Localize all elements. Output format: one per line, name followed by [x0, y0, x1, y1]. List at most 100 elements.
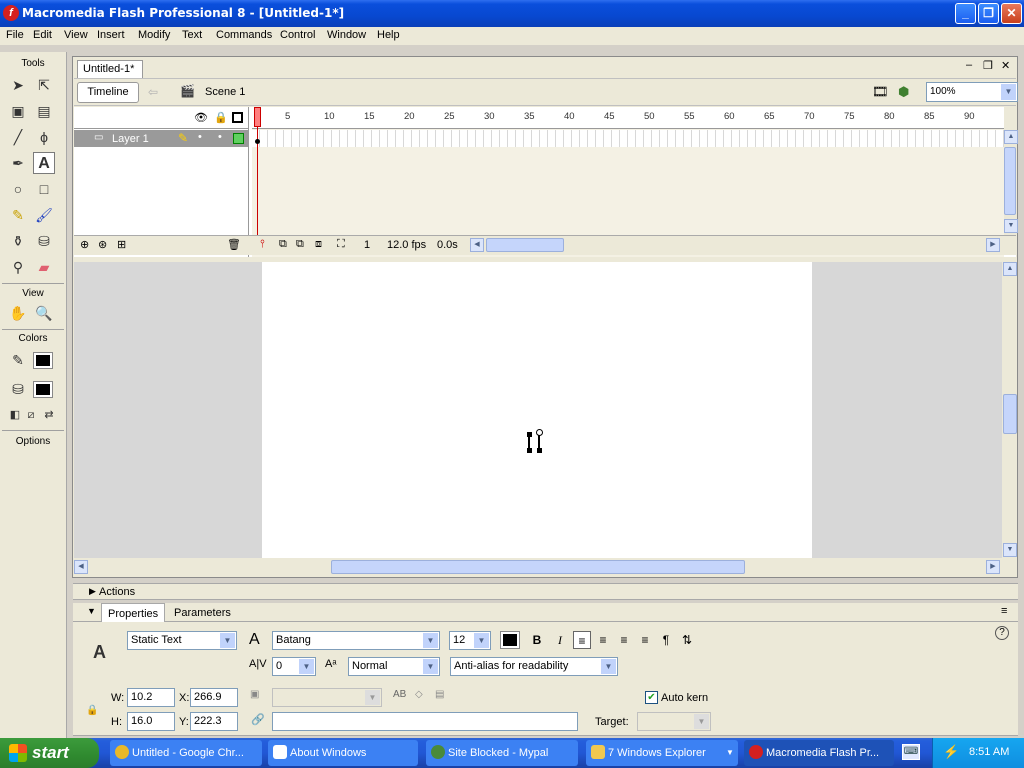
menu-insert[interactable]: Insert: [97, 29, 125, 41]
font-size-field[interactable]: 12 ▼: [449, 631, 491, 650]
onion-outlines-icon[interactable]: ⧉: [296, 238, 304, 251]
width-field[interactable]: 10.2: [127, 688, 175, 707]
lasso-tool-icon[interactable]: ϕ: [33, 126, 55, 148]
selection-tool-icon[interactable]: ➤: [7, 74, 29, 96]
lock-icon[interactable]: 🔒: [86, 705, 98, 716]
edit-symbols-icon[interactable]: ⬢: [898, 84, 909, 100]
playhead[interactable]: [254, 107, 261, 127]
chevron-down-icon[interactable]: ▼: [1001, 84, 1016, 100]
task-mypal[interactable]: Site Blocked - Mypal: [426, 740, 578, 766]
doc-minimize-icon[interactable]: –: [966, 59, 972, 71]
menu-text[interactable]: Text: [182, 29, 202, 41]
text-box-resize-handle[interactable]: [536, 429, 543, 436]
eye-icon[interactable]: 👁: [194, 111, 208, 124]
menu-commands[interactable]: Commands: [216, 29, 272, 41]
x-field[interactable]: 266.9: [190, 688, 238, 707]
text-type-select[interactable]: Static Text ▼: [127, 631, 237, 650]
auto-kern-checkbox[interactable]: ✔: [645, 691, 658, 704]
insert-folder-icon[interactable]: ⊞: [117, 238, 126, 251]
eyedropper-tool-icon[interactable]: ⚲: [7, 256, 29, 278]
doc-close-icon[interactable]: ✕: [1001, 59, 1010, 72]
modify-onion-markers-icon[interactable]: ⛶: [337, 238, 345, 251]
text-color-swatch[interactable]: [500, 631, 520, 649]
align-center-icon[interactable]: ≡: [594, 631, 612, 649]
visible-dot-icon[interactable]: •: [198, 131, 202, 143]
pencil-tool-icon[interactable]: ✎: [7, 204, 29, 226]
chevron-down-icon[interactable]: ▼: [299, 659, 314, 674]
stroke-color-swatch[interactable]: [33, 352, 53, 369]
minimize-button[interactable]: _: [955, 3, 976, 24]
scroll-thumb[interactable]: [1003, 394, 1017, 434]
menu-control[interactable]: Control: [280, 29, 315, 41]
task-chrome[interactable]: Untitled - Google Chr...: [110, 740, 262, 766]
scroll-left-icon[interactable]: ◀: [470, 238, 484, 252]
tab-parameters[interactable]: Parameters: [168, 603, 237, 622]
text-tool-icon[interactable]: A: [33, 152, 55, 174]
height-field[interactable]: 16.0: [127, 712, 175, 731]
onion-skin-icon[interactable]: ⧉: [279, 238, 287, 251]
subselection-tool-icon[interactable]: ⇱: [33, 74, 55, 96]
trash-icon[interactable]: 🗑: [227, 238, 241, 251]
actions-label[interactable]: Actions: [99, 586, 135, 598]
hand-tool-icon[interactable]: ✋: [7, 302, 29, 324]
task-flash[interactable]: Macromedia Flash Pr...: [744, 740, 894, 766]
scroll-left-icon[interactable]: ◀: [74, 560, 88, 574]
line-tool-icon[interactable]: ╱: [7, 126, 29, 148]
add-motion-guide-icon[interactable]: ⊛: [98, 238, 107, 251]
task-windows-explorer[interactable]: 7 Windows Explorer ▼: [586, 740, 738, 766]
fill-color-swatch[interactable]: [33, 381, 53, 398]
insert-layer-icon[interactable]: ⊕: [80, 238, 89, 251]
layer-name[interactable]: Layer 1: [112, 133, 149, 145]
clock[interactable]: 8:51 AM: [969, 746, 1009, 758]
network-icon[interactable]: ⚡: [943, 744, 959, 760]
frame-rate[interactable]: 12.0 fps: [387, 239, 426, 251]
panel-menu-icon[interactable]: ≡: [1001, 605, 1007, 617]
stage-vertical-scrollbar[interactable]: ▲ ▼: [1003, 262, 1017, 558]
task-about-windows[interactable]: About Windows: [268, 740, 418, 766]
url-link-field[interactable]: [272, 712, 578, 731]
stage[interactable]: [262, 262, 812, 558]
chevron-down-icon[interactable]: ▼: [601, 659, 616, 674]
timeline-toggle-button[interactable]: Timeline: [77, 82, 139, 103]
scene-name[interactable]: Scene 1: [205, 86, 245, 98]
center-frame-icon[interactable]: ⫯: [260, 238, 265, 251]
start-button[interactable]: start: [0, 738, 99, 768]
menu-help[interactable]: Help: [377, 29, 400, 41]
menu-view[interactable]: View: [64, 29, 88, 41]
keyboard-icon[interactable]: ⌨: [902, 744, 920, 760]
chevron-down-icon[interactable]: ▼: [423, 633, 438, 648]
letter-spacing-field[interactable]: 0 ▼: [272, 657, 316, 676]
layer-row[interactable]: ▭ Layer 1 ✎ • •: [74, 130, 249, 147]
document-tab[interactable]: Untitled-1*: [77, 60, 143, 78]
edit-multiple-frames-icon[interactable]: ⧈: [315, 238, 322, 251]
menu-modify[interactable]: Modify: [138, 29, 170, 41]
chevron-down-icon[interactable]: ▼: [220, 633, 235, 648]
align-left-icon[interactable]: ≡: [573, 631, 591, 649]
maximize-button[interactable]: ❐: [978, 3, 999, 24]
scroll-right-icon[interactable]: ▶: [986, 238, 1000, 252]
scroll-down-icon[interactable]: ▼: [1004, 219, 1018, 233]
oval-tool-icon[interactable]: ○: [7, 178, 29, 200]
close-button[interactable]: ✕: [1001, 3, 1022, 24]
edit-scene-icon[interactable]: 🎞: [872, 84, 889, 100]
bold-button[interactable]: B: [528, 631, 546, 649]
font-select[interactable]: Batang ▼: [272, 631, 440, 650]
frame-row[interactable]: [252, 130, 1004, 147]
menu-edit[interactable]: Edit: [33, 29, 52, 41]
chevron-down-icon[interactable]: ▼: [423, 659, 438, 674]
menu-file[interactable]: File: [6, 29, 24, 41]
timeline-h-scroll-thumb[interactable]: [486, 238, 564, 252]
timeline-vertical-scrollbar[interactable]: ▲ ▼: [1004, 107, 1018, 235]
character-position-select[interactable]: Normal ▼: [348, 657, 440, 676]
paint-bucket-tool-icon[interactable]: ⛁: [33, 230, 55, 252]
swap-colors-icon[interactable]: ⇄: [38, 404, 60, 426]
menu-window[interactable]: Window: [327, 29, 366, 41]
brush-tool-icon[interactable]: 🖌: [33, 204, 55, 226]
expand-arrow-icon[interactable]: ▶: [89, 586, 96, 597]
scroll-up-icon[interactable]: ▲: [1004, 130, 1018, 144]
italic-button[interactable]: I: [551, 631, 569, 649]
free-transform-tool-icon[interactable]: ▣: [7, 100, 29, 122]
rectangle-tool-icon[interactable]: □: [33, 178, 55, 200]
zoom-select[interactable]: 100% ▼: [926, 82, 1018, 102]
pen-tool-icon[interactable]: ✒: [7, 152, 29, 174]
